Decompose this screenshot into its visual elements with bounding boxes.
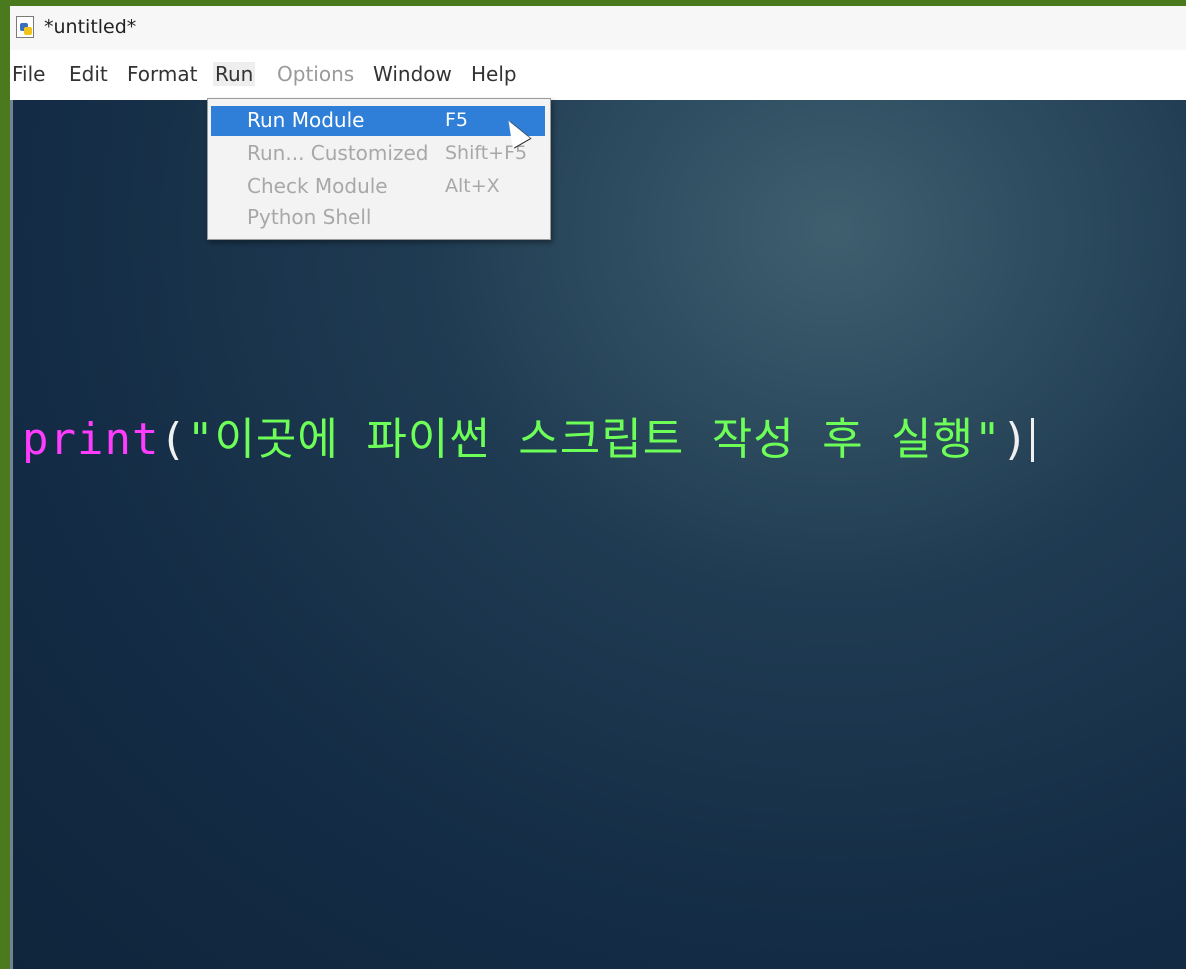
- menu-edit[interactable]: Edit: [67, 62, 110, 86]
- text-cursor: [1031, 418, 1035, 462]
- code-line[interactable]: print("이곳에 파이썬 스크립트 작성 후 실행"): [22, 403, 1035, 467]
- run-customized-label: Run... Customized: [247, 141, 429, 165]
- check-module-shortcut: Alt+X: [445, 175, 500, 197]
- code-keyword: print: [22, 414, 160, 465]
- code-string: "이곳에 파이썬 스크립트 작성 후 실행": [186, 414, 1002, 465]
- check-module-item[interactable]: Check Module Alt+X: [211, 172, 545, 202]
- check-module-label: Check Module: [247, 174, 388, 198]
- window-title: *untitled*: [44, 16, 137, 38]
- code-close-paren: ): [1001, 414, 1030, 465]
- editor-left-border: [10, 100, 13, 969]
- code-editor[interactable]: print("이곳에 파이썬 스크립트 작성 후 실행"): [10, 100, 1186, 969]
- menu-bar: File Edit Format Run Options Window Help: [10, 56, 1186, 100]
- menu-options[interactable]: Options: [275, 62, 356, 86]
- run-module-item[interactable]: Run Module F5: [211, 106, 545, 136]
- menu-format[interactable]: Format: [125, 62, 199, 86]
- title-bar: *untitled*: [10, 6, 1186, 50]
- menu-help[interactable]: Help: [469, 62, 519, 86]
- run-menu-dropdown: Run Module F5 Run... Customized Shift+F5…: [207, 98, 551, 240]
- menu-window[interactable]: Window: [371, 62, 454, 86]
- run-customized-item[interactable]: Run... Customized Shift+F5: [211, 139, 545, 169]
- code-open-paren: (: [159, 414, 187, 465]
- python-file-icon: [16, 16, 34, 38]
- idle-editor-window: *untitled* File Edit Format Run Options …: [10, 6, 1186, 969]
- python-shell-item[interactable]: Python Shell: [211, 203, 545, 233]
- run-module-shortcut: F5: [445, 109, 469, 131]
- menu-run[interactable]: Run: [213, 62, 256, 86]
- run-module-label: Run Module: [247, 108, 365, 132]
- menu-file[interactable]: File: [10, 62, 47, 86]
- python-shell-label: Python Shell: [247, 205, 372, 229]
